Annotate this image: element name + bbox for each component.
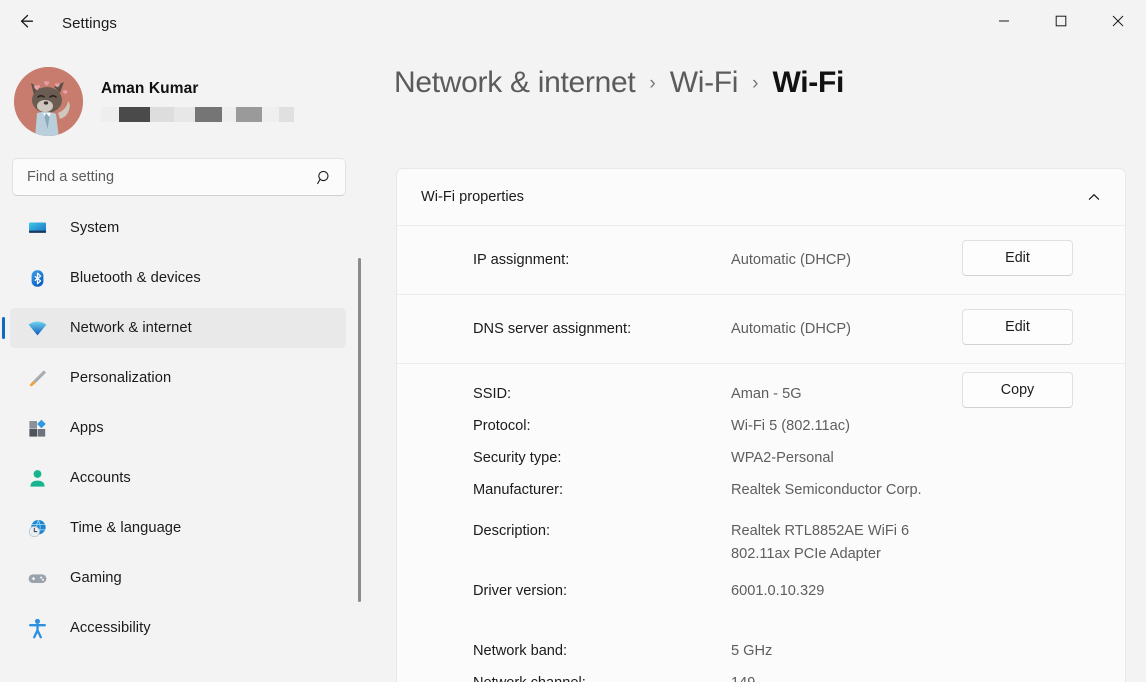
sidebar-item-accounts[interactable]: Accounts xyxy=(10,458,346,498)
description-value: Realtek RTL8852AE WiFi 6 802.11ax PCIe A… xyxy=(731,523,910,562)
protocol-row: Protocol: Wi-Fi 5 (802.11ac) xyxy=(473,410,1101,442)
person-icon xyxy=(26,467,48,489)
globe-clock-icon xyxy=(26,517,48,539)
breadcrumb-item-wifi[interactable]: Wi-Fi xyxy=(670,66,739,100)
sidebar-item-label: Network & internet xyxy=(70,320,192,336)
maximize-button[interactable] xyxy=(1032,0,1089,46)
network-band-label: Network band: xyxy=(473,643,568,659)
ssid-value: Aman - 5G xyxy=(731,386,802,402)
ssid-label: SSID: xyxy=(473,386,512,402)
dns-assignment-value: Automatic (DHCP) xyxy=(731,321,852,337)
description-label: Description: xyxy=(473,523,551,539)
security-type-label: Security type: xyxy=(473,450,562,466)
sidebar-item-bluetooth-devices[interactable]: Bluetooth & devices xyxy=(10,258,346,298)
apps-blocks-icon xyxy=(26,417,48,439)
breadcrumb-item-network-internet[interactable]: Network & internet xyxy=(394,66,636,100)
sidebar: Aman Kumar Find a setting System Bluetoo… xyxy=(0,46,374,682)
ip-assignment-row: IP assignment: Automatic (DHCP) Edit xyxy=(397,225,1125,294)
ip-assignment-value: Automatic (DHCP) xyxy=(731,252,852,268)
profile-section[interactable]: Aman Kumar xyxy=(0,46,374,138)
title-bar: Settings xyxy=(0,0,1146,46)
minimize-button[interactable] xyxy=(975,0,1032,46)
driver-version-row: Driver version: 6001.0.10.329 xyxy=(473,575,1101,607)
sidebar-scrollbar-thumb[interactable] xyxy=(358,258,361,602)
details-spacer xyxy=(473,607,1101,635)
security-type-row: Security type: WPA2-Personal xyxy=(473,442,1101,474)
profile-name: Aman Kumar xyxy=(101,80,199,97)
sidebar-item-label: System xyxy=(70,220,120,236)
bluetooth-icon xyxy=(26,267,48,289)
page-title: Wi-Fi xyxy=(772,66,845,99)
close-icon xyxy=(1112,14,1124,32)
avatar[interactable] xyxy=(14,66,83,136)
paintbrush-icon xyxy=(26,367,48,389)
breadcrumb: Network & internet › Wi-Fi › Wi-Fi xyxy=(374,46,1146,118)
protocol-value: Wi-Fi 5 (802.11ac) xyxy=(731,418,850,434)
sidebar-item-label: Time & language xyxy=(70,520,182,536)
maximize-icon xyxy=(1055,14,1067,32)
search-box[interactable] xyxy=(12,158,346,196)
settings-window: Settings Aman Kumar Find a setting Syste… xyxy=(0,0,1146,682)
adapter-details-section: Copy SSID: Aman - 5G Protocol: Wi-Fi 5 (… xyxy=(397,363,1125,682)
sidebar-item-label: Bluetooth & devices xyxy=(70,270,201,286)
ip-assignment-label: IP assignment: xyxy=(473,252,570,268)
breadcrumb-separator-icon: › xyxy=(752,73,759,94)
accessibility-person-icon xyxy=(26,617,48,639)
sidebar-item-network-internet[interactable]: Network & internet xyxy=(2,308,346,348)
sidebar-item-personalization[interactable]: Personalization xyxy=(10,358,346,398)
monitor-icon xyxy=(26,217,48,239)
description-row: Description: Realtek RTL8852AE WiFi 6 80… xyxy=(473,515,1101,566)
minimize-icon xyxy=(998,14,1010,32)
security-type-value: WPA2-Personal xyxy=(731,450,834,466)
back-button[interactable] xyxy=(6,7,46,39)
protocol-label: Protocol: xyxy=(473,418,531,434)
network-channel-label: Network channel: xyxy=(473,667,731,682)
dns-assignment-edit-button[interactable]: Edit xyxy=(962,309,1073,345)
network-channel-row: Network channel: 149 xyxy=(473,667,1101,682)
sidebar-item-time-language[interactable]: Time & language xyxy=(10,508,346,548)
window-controls xyxy=(975,0,1146,46)
breadcrumb-separator-icon: › xyxy=(649,73,656,94)
sidebar-nav: System Bluetooth & devices Network & int… xyxy=(0,208,364,648)
dns-assignment-label: DNS server assignment: xyxy=(473,321,632,337)
manufacturer-value: Realtek Semiconductor Corp. xyxy=(731,482,922,498)
chevron-up-icon[interactable] xyxy=(1087,190,1101,204)
gamepad-icon xyxy=(26,567,48,589)
main-content: Network & internet › Wi-Fi › Wi-Fi Wi-Fi… xyxy=(374,46,1146,682)
profile-email-redacted xyxy=(101,107,294,122)
sidebar-item-label: Apps xyxy=(70,420,104,436)
wifi-properties-card: Wi-Fi properties IP assignment: Automati… xyxy=(396,168,1126,682)
search-icon xyxy=(316,169,333,186)
network-band-value: 5 GHz xyxy=(731,643,773,659)
back-arrow-icon xyxy=(16,11,36,36)
copy-button[interactable]: Copy xyxy=(962,372,1073,408)
ip-assignment-edit-button[interactable]: Edit xyxy=(962,240,1073,276)
wifi-properties-header[interactable]: Wi-Fi properties xyxy=(397,169,1125,225)
network-band-row: Network band: 5 GHz xyxy=(473,635,1101,667)
manufacturer-label: Manufacturer: xyxy=(473,482,564,498)
card-title: Wi-Fi properties xyxy=(421,189,524,205)
search-input[interactable] xyxy=(27,169,316,185)
sidebar-item-accessibility[interactable]: Accessibility xyxy=(10,608,346,648)
sidebar-item-label: Accounts xyxy=(70,470,131,486)
sidebar-item-system[interactable]: System xyxy=(10,208,346,248)
sidebar-item-apps[interactable]: Apps xyxy=(10,408,346,448)
wifi-icon xyxy=(26,317,48,339)
network-channel-value: 149 xyxy=(731,667,941,682)
driver-version-value: 6001.0.10.329 xyxy=(731,583,825,599)
cartoon-cat-avatar-icon xyxy=(14,66,83,136)
close-button[interactable] xyxy=(1089,0,1146,46)
sidebar-item-gaming[interactable]: Gaming xyxy=(10,558,346,598)
dns-assignment-row: DNS server assignment: Automatic (DHCP) … xyxy=(397,294,1125,363)
manufacturer-row: Manufacturer: Realtek Semiconductor Corp… xyxy=(473,474,1101,506)
sidebar-item-label: Accessibility xyxy=(70,620,151,636)
app-title: Settings xyxy=(62,14,117,32)
sidebar-item-label: Gaming xyxy=(70,570,122,586)
driver-version-label: Driver version: xyxy=(473,583,568,599)
sidebar-item-label: Personalization xyxy=(70,370,172,386)
profile-text: Aman Kumar xyxy=(101,80,294,122)
